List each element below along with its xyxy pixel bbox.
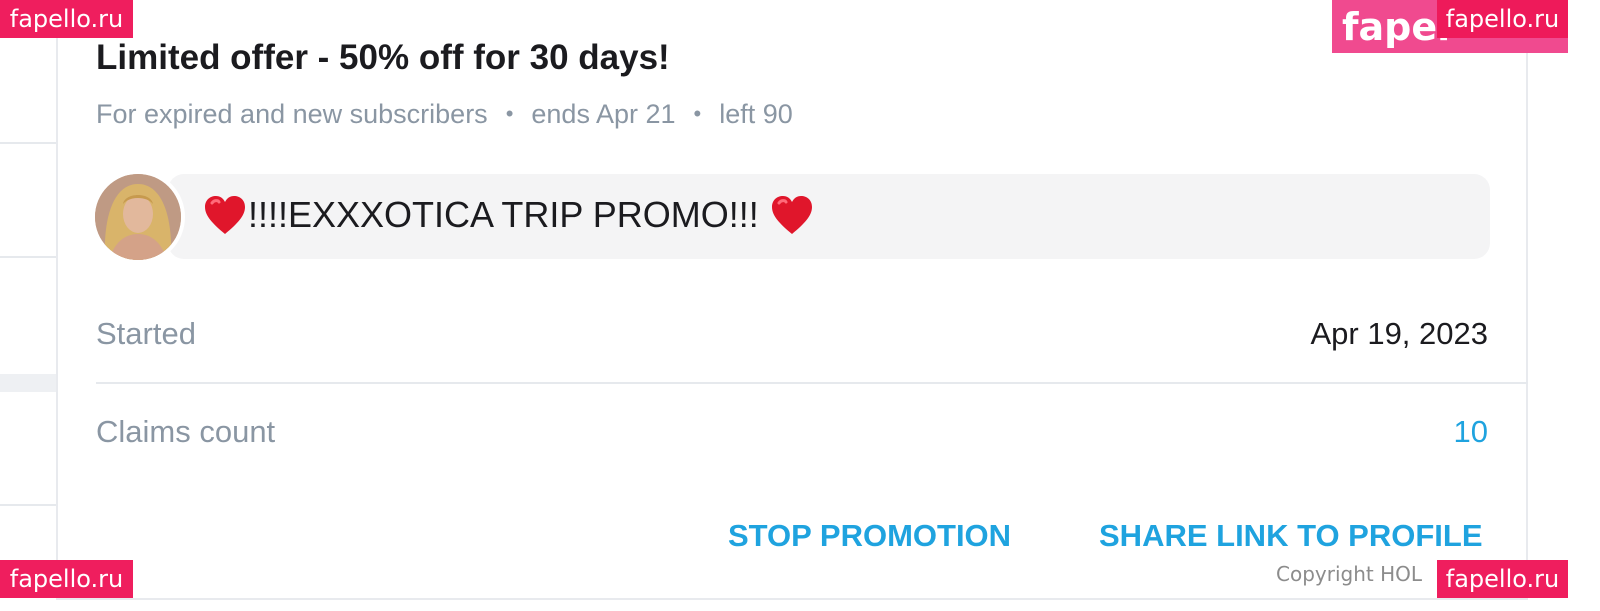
offer-end-date: ends Apr 21 — [531, 98, 676, 129]
copyright-text: Copyright HOL — [1276, 562, 1423, 586]
promotion-card — [56, 0, 1528, 600]
watermark-large-text: fapel — [1342, 4, 1451, 49]
watermark-badge: fapello.ru — [1437, 560, 1568, 598]
offer-audience: For expired and new subscribers — [96, 98, 488, 129]
red-heart-icon — [769, 192, 815, 238]
share-link-button[interactable]: SHARE LINK TO PROFILE — [1099, 514, 1483, 558]
offer-remaining: left 90 — [719, 98, 793, 129]
started-label: Started — [96, 316, 196, 351]
list-divider — [0, 142, 58, 144]
offer-meta: For expired and new subscribers • ends A… — [96, 96, 793, 132]
red-heart-icon — [202, 192, 248, 238]
message-text-line: !!!!EXXXOTICA TRIP PROMO!!! — [202, 190, 815, 240]
row-divider — [96, 382, 1528, 384]
avatar-image — [95, 174, 181, 260]
list-divider — [0, 504, 58, 506]
separator-dot: • — [693, 101, 702, 126]
claims-count-label: Claims count — [96, 414, 276, 449]
offer-title: Limited offer - 50% off for 30 days! — [96, 38, 670, 77]
background-list — [0, 0, 58, 611]
list-gap — [0, 374, 58, 392]
message-text: !!!!EXXXOTICA TRIP PROMO!!! — [248, 194, 759, 235]
separator-dot: • — [505, 101, 514, 126]
list-divider — [0, 256, 58, 258]
stop-promotion-button[interactable]: STOP PROMOTION — [728, 514, 1011, 558]
user-avatar[interactable] — [95, 174, 181, 260]
started-value: Apr 19, 2023 — [1310, 316, 1488, 351]
watermark-badge: fapello.ru — [1437, 0, 1568, 38]
watermark-badge: fapello.ru — [0, 0, 133, 38]
claims-count-value[interactable]: 10 — [1454, 414, 1488, 450]
screenshot-page: Limited offer - 50% off for 30 days! For… — [0, 0, 1600, 611]
watermark-badge: fapello.ru — [0, 560, 133, 598]
